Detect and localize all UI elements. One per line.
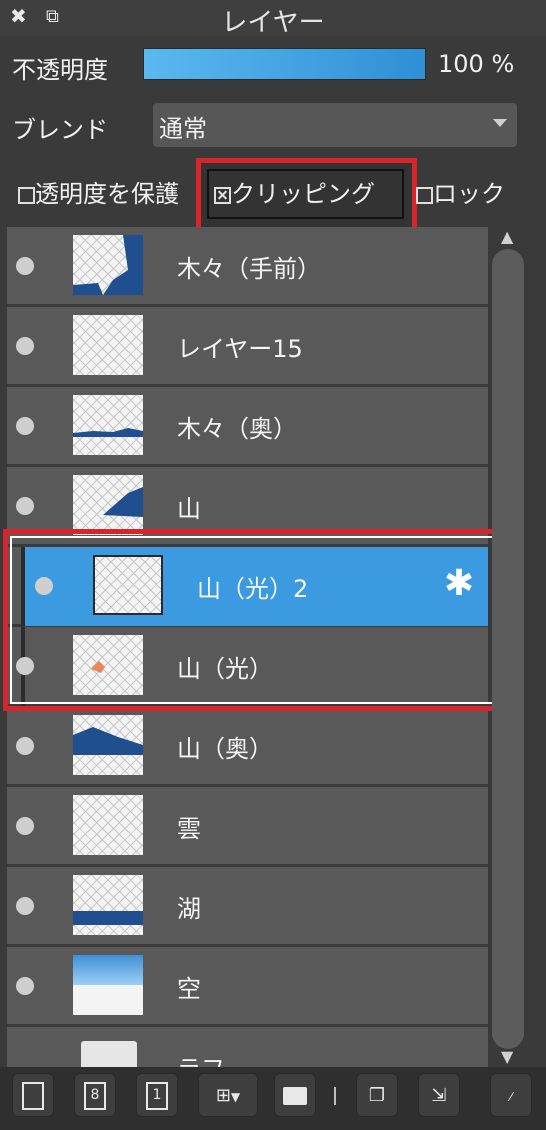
blend-mode-value: 通常 (159, 115, 207, 143)
new-layer-button[interactable] (12, 1073, 54, 1117)
layer-row[interactable]: 湖 (7, 867, 488, 946)
new-1bit-layer-button[interactable]: 1 (136, 1073, 178, 1117)
lock-checkbox[interactable] (416, 186, 433, 204)
layer-thumbnail (73, 955, 143, 1015)
visibility-toggle[interactable] (16, 817, 34, 835)
document-icon (22, 1082, 44, 1110)
preserve-alpha-option[interactable]: 透明度を保護 (18, 174, 179, 209)
preserve-alpha-label: 透明度を保護 (35, 180, 179, 208)
chevron-down-icon: ▼ (230, 1090, 241, 1104)
duplicate-layer-button[interactable]: ❐ (356, 1073, 398, 1117)
more-icon: ⁄ (509, 1090, 512, 1104)
layer-row[interactable]: 山（奥） (7, 707, 488, 786)
opacity-label: 不透明度 (12, 56, 108, 84)
layer-thumbnail (73, 315, 143, 375)
layer-thumbnail (73, 875, 143, 935)
scrollbar-thumb[interactable] (492, 249, 524, 1049)
document-8-icon: 8 (84, 1082, 106, 1110)
layer-name: レイヤー15 (177, 335, 303, 363)
layer-row[interactable]: 空 (7, 947, 488, 1026)
folder-icon (81, 1041, 137, 1067)
add-layer-icon: ⊞ (215, 1085, 231, 1106)
clipping-label: クリッピング (231, 180, 375, 208)
lock-option[interactable]: ロック (416, 174, 505, 209)
visibility-toggle[interactable] (16, 737, 34, 755)
visibility-toggle[interactable] (16, 417, 34, 435)
new-folder-button[interactable] (274, 1073, 316, 1117)
layer-row[interactable]: 雲 (7, 787, 488, 866)
visibility-toggle[interactable] (16, 497, 34, 515)
visibility-toggle[interactable] (16, 977, 34, 995)
new-8bit-layer-button[interactable]: 8 (74, 1073, 116, 1117)
scroll-up-icon[interactable]: ▲ (501, 227, 513, 246)
visibility-toggle[interactable] (16, 257, 34, 275)
layer-row[interactable]: 木々（奥） (7, 387, 488, 466)
layer-toolbar: 8 1 ⊞▼ ❐ ⇲ ⁄ (0, 1067, 546, 1130)
visibility-toggle[interactable] (16, 337, 34, 355)
layer-row[interactable]: 木々（手前） (7, 227, 488, 306)
clipping-checkbox[interactable] (214, 186, 231, 204)
chevron-down-icon (493, 119, 507, 127)
merge-down-icon: ⇲ (431, 1085, 447, 1106)
layer-name: 雲 (177, 815, 201, 843)
layer-thumbnail (73, 715, 143, 775)
preserve-alpha-checkbox[interactable] (18, 186, 35, 204)
layer-folder-row[interactable]: ラフ (7, 1027, 488, 1067)
scrollbar[interactable]: ▲ ▼ (492, 227, 526, 1067)
add-layer-menu-button[interactable]: ⊞▼ (198, 1073, 258, 1117)
opacity-slider-fill (144, 49, 425, 79)
layer-row[interactable]: レイヤー15 (7, 307, 488, 386)
layer-name: 木々（手前） (177, 255, 321, 283)
panel-title: レイヤー (221, 8, 325, 38)
layer-name: 山 (177, 495, 201, 523)
layer-thumbnail (73, 395, 143, 455)
folder-icon (283, 1087, 307, 1105)
layer-thumbnail (73, 235, 143, 295)
opacity-slider[interactable] (143, 48, 426, 80)
clipping-group-inner-frame (10, 536, 505, 704)
layer-name: 木々（奥） (177, 415, 297, 443)
layer-thumbnail (73, 795, 143, 855)
clipping-option[interactable]: クリッピング (214, 174, 375, 209)
layer-name: ラフ (177, 1049, 225, 1067)
duplicate-icon: ❐ (368, 1085, 386, 1106)
layer-name: 山（奥） (177, 735, 273, 763)
layer-name: 空 (177, 975, 201, 1003)
lock-label: ロック (433, 180, 505, 208)
scroll-down-icon[interactable]: ▼ (501, 1047, 513, 1066)
panel-header: ✖ ⧉ レイヤー (0, 0, 546, 38)
merge-layer-button[interactable]: ⇲ (418, 1073, 460, 1117)
layer-name: 湖 (177, 895, 201, 923)
visibility-toggle[interactable] (16, 897, 34, 915)
opacity-value: 100 % (438, 50, 515, 78)
layer-thumbnail (73, 475, 143, 535)
more-options-button[interactable]: ⁄ (490, 1073, 532, 1117)
blend-mode-select[interactable]: 通常 (153, 103, 517, 147)
toolbar-divider (334, 1087, 336, 1105)
document-1-icon: 1 (146, 1082, 168, 1110)
blend-label: ブレンド (12, 116, 108, 144)
